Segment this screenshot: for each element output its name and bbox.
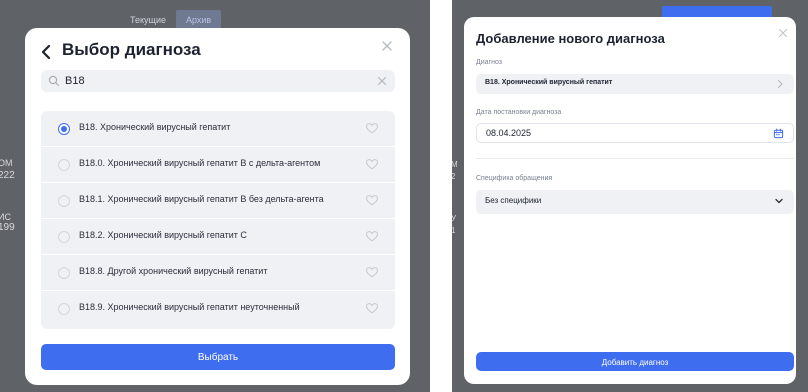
back-button[interactable] bbox=[40, 40, 56, 60]
radio-button[interactable] bbox=[58, 231, 70, 243]
favorite-heart-icon[interactable] bbox=[365, 157, 379, 171]
diagnosis-label: B18.2. Хронический вирусный гепатит C bbox=[79, 230, 247, 240]
chevron-down-icon bbox=[775, 198, 783, 204]
list-item[interactable]: B18.8. Другой хронический вирусный гепат… bbox=[41, 255, 395, 291]
radio-button[interactable] bbox=[58, 303, 70, 315]
date-value: 08.04.2025 bbox=[486, 128, 532, 138]
add-diagnosis-button[interactable]: Добавить диагноз bbox=[476, 352, 794, 371]
favorite-heart-icon[interactable] bbox=[365, 193, 379, 207]
add-diagnosis-modal: Добавление нового диагноза Диагноз B18. … bbox=[464, 17, 796, 384]
clear-search-icon[interactable] bbox=[377, 76, 387, 86]
diagnosis-label: B18.1. Хронический вирусный гепатит B бе… bbox=[79, 194, 324, 204]
close-button[interactable] bbox=[776, 27, 790, 41]
specifics-value: Без специфики bbox=[485, 196, 542, 205]
list-item[interactable]: B18.2. Хронический вирусный гепатит C bbox=[41, 219, 395, 255]
close-button[interactable] bbox=[380, 40, 394, 54]
favorite-heart-icon[interactable] bbox=[365, 265, 379, 279]
diagnosis-label: B18.8. Другой хронический вирусный гепат… bbox=[79, 266, 268, 276]
tab-current[interactable]: Текущие bbox=[120, 10, 176, 30]
modal-title: Выбор диагноза bbox=[62, 40, 201, 59]
right-screenshot-panel: М 2 У 1 Добавление нового диагноза Диагн… bbox=[452, 0, 808, 392]
radio-button[interactable] bbox=[58, 267, 70, 279]
tab-archive[interactable]: Архив bbox=[175, 10, 222, 30]
chevron-right-icon bbox=[777, 79, 783, 89]
list-item[interactable]: B18.1. Хронический вирусный гепатит B бе… bbox=[41, 183, 395, 219]
search-field[interactable] bbox=[41, 70, 395, 92]
background-text-fragment: ОМ bbox=[0, 158, 13, 168]
favorite-heart-icon[interactable] bbox=[365, 229, 379, 243]
specifics-field-label: Специфика обращения bbox=[476, 175, 553, 182]
favorite-heart-icon[interactable] bbox=[365, 121, 379, 135]
list-item[interactable]: B18.0. Хронический вирусный гепатит B с … bbox=[41, 147, 395, 183]
background-text-fragment: 2 bbox=[452, 172, 456, 181]
search-input[interactable] bbox=[65, 73, 365, 89]
background-text-fragment: 199 bbox=[0, 222, 15, 233]
close-icon bbox=[382, 41, 392, 51]
diagnosis-value: B18. Хронический вирусный гепатит bbox=[485, 79, 613, 86]
specifics-select[interactable]: Без специфики bbox=[476, 190, 794, 214]
select-button[interactable]: Выбрать bbox=[41, 344, 395, 370]
background-text-fragment: 1 bbox=[452, 226, 456, 235]
background-tabs: Текущие Архив bbox=[120, 10, 222, 30]
search-icon bbox=[48, 75, 60, 87]
favorite-heart-icon[interactable] bbox=[365, 301, 379, 315]
date-field-label: Дата постановки диагноза bbox=[476, 109, 562, 116]
diagnosis-label: B18.9. Хронический вирусный гепатит неут… bbox=[79, 302, 300, 312]
chevron-left-icon bbox=[41, 44, 51, 60]
diagnosis-field-label: Диагноз bbox=[476, 59, 502, 66]
calendar-icon[interactable] bbox=[773, 128, 784, 139]
radio-button-selected[interactable] bbox=[58, 123, 70, 135]
background-text-fragment: У bbox=[452, 214, 457, 223]
modal-title: Добавление нового диагноза bbox=[476, 31, 665, 46]
diagnosis-picker-modal: Выбор диагноза B18. Хронический вирусный… bbox=[25, 28, 410, 385]
diagnosis-results-list: B18. Хронический вирусный гепатит B18.0.… bbox=[41, 111, 395, 329]
divider bbox=[476, 158, 794, 159]
diagnosis-label: B18. Хронический вирусный гепатит bbox=[79, 122, 231, 132]
list-item[interactable]: B18.9. Хронический вирусный гепатит неут… bbox=[41, 291, 395, 327]
close-icon bbox=[778, 28, 788, 38]
background-text-fragment: 222 bbox=[0, 170, 15, 181]
left-screenshot-panel: Текущие Архив ОМ 222 ИС 199 Выбор диагно… bbox=[0, 0, 430, 392]
diagnosis-label: B18.0. Хронический вирусный гепатит B с … bbox=[79, 158, 321, 168]
background-text-fragment: М bbox=[452, 160, 458, 169]
list-item[interactable]: B18. Хронический вирусный гепатит bbox=[41, 111, 395, 147]
date-field[interactable]: 08.04.2025 bbox=[476, 123, 794, 143]
radio-button[interactable] bbox=[58, 195, 70, 207]
background-text-fragment: ИС bbox=[0, 212, 11, 222]
diagnosis-field[interactable]: B18. Хронический вирусный гепатит bbox=[476, 74, 794, 94]
radio-button[interactable] bbox=[58, 159, 70, 171]
